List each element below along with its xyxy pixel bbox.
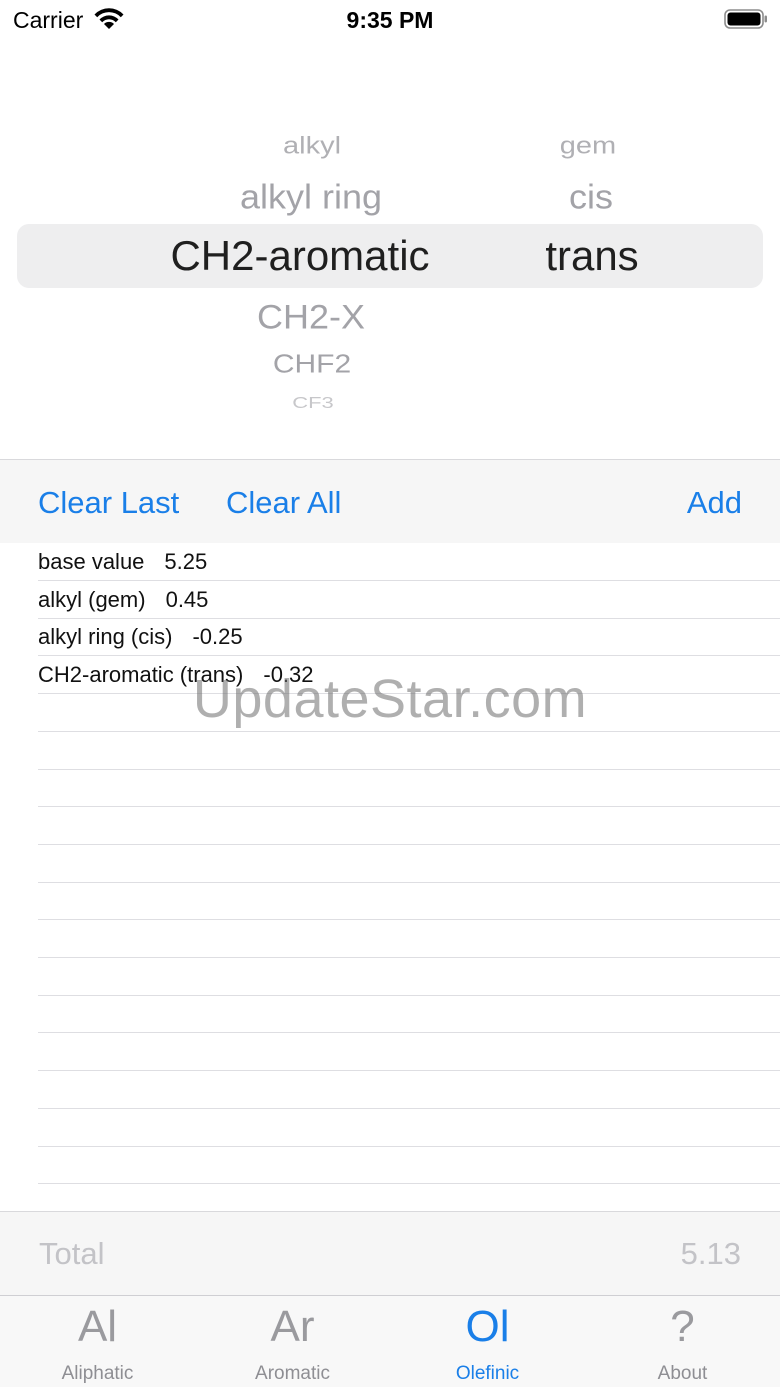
picker-left-item[interactable]: CH2-X bbox=[257, 297, 365, 337]
battery-icon bbox=[724, 9, 767, 29]
total-bar: Total 5.13 bbox=[0, 1211, 780, 1295]
entry-label: CH2-aromatic (trans) bbox=[38, 662, 244, 688]
aromatic-icon: Ar bbox=[270, 1302, 315, 1351]
tab-about[interactable]: ? About bbox=[585, 1296, 780, 1387]
clear-last-button[interactable]: Clear Last bbox=[38, 485, 179, 521]
table-row bbox=[38, 1033, 780, 1072]
total-label: Total bbox=[39, 1236, 105, 1271]
entry-text: alkyl (gem) 0.45 bbox=[38, 587, 208, 613]
tab-label: Aromatic bbox=[255, 1363, 330, 1384]
action-toolbar: Clear Last Clear All Add bbox=[0, 459, 780, 543]
entry-value: 0.45 bbox=[165, 586, 209, 612]
table-row bbox=[38, 882, 780, 921]
tab-label: About bbox=[657, 1363, 708, 1384]
picker-left-item[interactable]: CHF2 bbox=[273, 351, 351, 380]
table-row bbox=[38, 920, 780, 958]
table-row bbox=[38, 1146, 780, 1185]
entry-text: CH2-aromatic (trans) -0.32 bbox=[38, 662, 314, 688]
aliphatic-icon: Al bbox=[77, 1302, 118, 1351]
table-row bbox=[38, 694, 780, 732]
picker-right-item[interactable]: cis bbox=[569, 177, 613, 217]
substituent-picker[interactable]: alkyl alkyl ring CH2-aromatic CH2-X CHF2… bbox=[0, 100, 780, 430]
entry-label: alkyl (gem) bbox=[38, 586, 146, 612]
table-row bbox=[38, 807, 780, 845]
entry-value: -0.25 bbox=[192, 624, 243, 650]
table-row bbox=[38, 1071, 780, 1109]
table-row[interactable]: alkyl ring (cis) -0.25 bbox=[38, 618, 780, 657]
picker-right-selected[interactable]: trans bbox=[545, 232, 638, 280]
table-row bbox=[38, 845, 780, 883]
table-row bbox=[38, 995, 780, 1034]
tab-label: Aliphatic bbox=[61, 1363, 134, 1384]
total-value: 5.13 bbox=[680, 1236, 741, 1271]
clock: 9:35 PM bbox=[346, 7, 434, 33]
table-row bbox=[38, 958, 780, 996]
table-row[interactable]: base value 5.25 bbox=[38, 543, 780, 581]
entry-text: base value 5.25 bbox=[38, 549, 207, 575]
entry-text: alkyl ring (cis) -0.25 bbox=[38, 624, 243, 650]
entry-label: base value bbox=[38, 549, 145, 574]
table-row bbox=[38, 1109, 780, 1147]
tab-olefinic[interactable]: Ol Olefinic bbox=[390, 1296, 585, 1387]
entry-value: 5.25 bbox=[164, 549, 208, 574]
picker-left-item[interactable]: alkyl bbox=[283, 133, 341, 160]
table-row[interactable]: alkyl (gem) 0.45 bbox=[38, 581, 780, 619]
table-row bbox=[38, 769, 780, 808]
picker-left-selected[interactable]: CH2-aromatic bbox=[170, 232, 429, 280]
table-row bbox=[38, 732, 780, 770]
entries-list[interactable]: base value 5.25 alkyl (gem) 0.45 alkyl ring … bbox=[0, 543, 780, 1211]
picker-left-item[interactable]: alkyl ring bbox=[240, 177, 382, 217]
olefinic-icon: Ol bbox=[465, 1302, 510, 1351]
clear-all-button[interactable]: Clear All bbox=[226, 485, 341, 521]
status-bar: Carrier 9:35 PM bbox=[0, 0, 780, 44]
picker-left-item[interactable]: CF3 bbox=[292, 394, 334, 412]
table-row[interactable]: CH2-aromatic (trans) -0.32 bbox=[38, 656, 780, 695]
tab-aliphatic[interactable]: Al Aliphatic bbox=[0, 1296, 195, 1387]
add-button[interactable]: Add bbox=[687, 485, 742, 521]
tab-label: Olefinic bbox=[455, 1363, 520, 1384]
entry-value: -0.32 bbox=[263, 662, 314, 688]
about-icon: ? bbox=[670, 1302, 695, 1351]
picker-right-item[interactable]: gem bbox=[560, 133, 616, 160]
entry-label: alkyl ring (cis) bbox=[38, 624, 173, 650]
tab-bar: Al Aliphatic Ar Aromatic Ol Olefinic? About bbox=[0, 1295, 780, 1387]
tab-aromatic[interactable]: Ar Aromatic bbox=[195, 1296, 390, 1387]
